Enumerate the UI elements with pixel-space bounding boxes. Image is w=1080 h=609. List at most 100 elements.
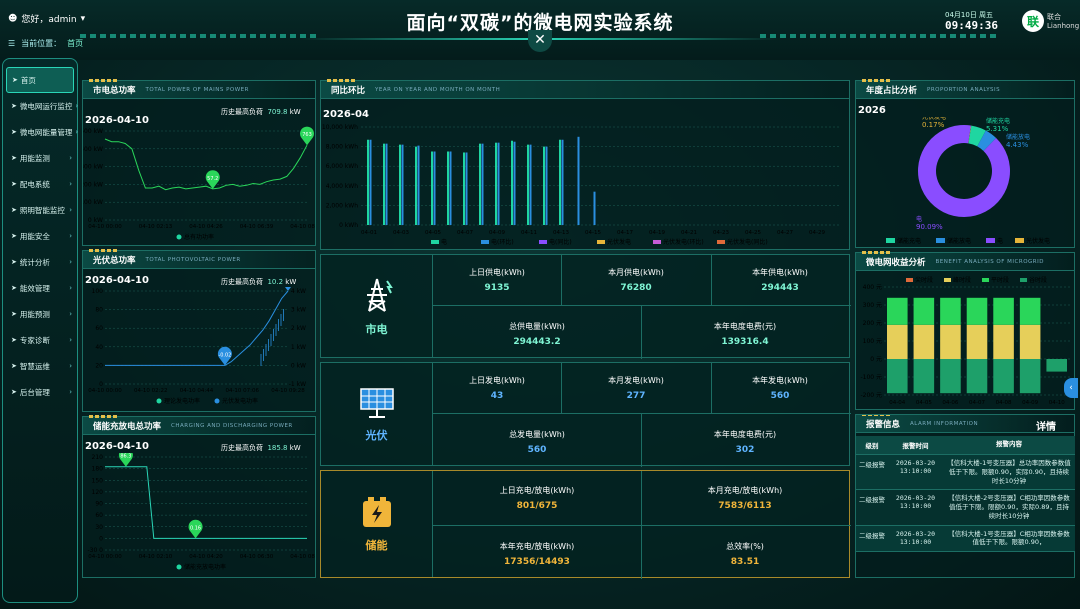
table-cell: 【信科大楼-1号变压器】C相功率因数参数值低于下限。限额0.90，: [948, 529, 1070, 547]
user-icon: ☻: [8, 13, 18, 24]
nav-arrow-icon: ➤: [11, 206, 17, 214]
pie-slice-电: [918, 125, 1010, 217]
legend-dot: [214, 398, 220, 404]
sidebar-item-label: 用能预测: [19, 309, 50, 319]
battery-icon: [362, 497, 391, 527]
y-tick-label-right: 0 kW: [291, 362, 306, 369]
alarm-detail-link[interactable]: 详情: [1036, 418, 1056, 433]
chevron-right-icon: ›: [69, 362, 72, 370]
mains-subtitle: TOTAL POWER OF MAINS POWER: [145, 86, 249, 93]
x-tick-label: 04-10 00:00: [88, 388, 122, 394]
sidebar-item-label: 微电网运行监控: [19, 101, 73, 111]
x-tick-label: 04-07: [457, 230, 473, 236]
x-tick-label: 04-27: [777, 230, 793, 236]
table-row[interactable]: 二级报警 2026-03-20 13:10:00 【信科大楼-1号变压器】总功率因数…: [856, 455, 1075, 491]
y-tick-label: 0 元: [870, 356, 882, 363]
x-tick-label: 04-29: [809, 230, 825, 236]
table-row[interactable]: 二级报警 2026-03-20 13:10:00 【信科大楼-2号变压器】C相功率因…: [856, 490, 1075, 526]
y-tick-label: 2,000 kWh: [326, 202, 358, 209]
legend-label: 光伏发电: [1026, 237, 1050, 245]
sidebar-item-label: 智慧运维: [19, 361, 50, 371]
bar-电(环比): [385, 143, 388, 225]
bar-谷时段: [940, 359, 961, 394]
legend-label: 光伏发电: [607, 238, 631, 246]
stat-label: 本月供电(kWh): [608, 268, 664, 277]
storage-line-chart: -30 0 0 30 60 90 120 150 180 210 04-10 00:00 04-10…: [87, 453, 315, 571]
x-tick-label: 04-23: [713, 230, 729, 236]
legend-swatch: [986, 238, 995, 243]
stat-label: 上日发电(kWh): [469, 376, 525, 385]
stat-cell: 总效率(%) 83.51: [641, 541, 849, 567]
y-tick-label: 10,000 kWh: [322, 124, 358, 131]
sidebar-item-0[interactable]: ➤ 首页: [6, 67, 74, 93]
sidebar-item-10[interactable]: ➤ 专家诊断 ›: [6, 327, 74, 353]
bar-电(环比): [401, 144, 404, 225]
x-tick-label: 04-21: [681, 230, 697, 236]
sidebar-item-4[interactable]: ➤ 配电系统 ›: [6, 171, 74, 197]
bar-电(环比): [497, 142, 500, 225]
pie-value: 4.43%: [1006, 141, 1029, 149]
pv-title: 光伏总功率: [93, 255, 136, 266]
x-tick-label: 04-10 09:28: [271, 388, 305, 394]
user-menu[interactable]: ☻ 您好，admin ▾: [8, 12, 85, 26]
benefit-bar-chart: -200 元 -100 元 0 元 100 元 200 元 300 元 400 元 04-04…: [860, 276, 1070, 406]
sidebar-item-label: 微电网能量管理: [19, 127, 73, 137]
sidebar-item-11[interactable]: ➤ 智慧运维 ›: [6, 353, 74, 379]
y-tick-label: 6,000 kWh: [326, 163, 358, 170]
sidebar-item-label: 能效管理: [19, 283, 50, 293]
stat-value: 560: [527, 445, 547, 455]
legend-label: 峰时段: [953, 276, 971, 284]
bar-电: [479, 143, 481, 225]
stat-cell: 总供电量(kWh) 294443.2: [433, 321, 641, 347]
y-tick-label: 150: [92, 477, 104, 484]
sidebar-item-8[interactable]: ➤ 能效管理 ›: [6, 275, 74, 301]
bar-电: [447, 151, 449, 225]
x-tick-label: 04-10 06:30: [240, 554, 274, 560]
sidebar-item-5[interactable]: ➤ 照明智能监控 ›: [6, 197, 74, 223]
breadcrumb-current[interactable]: 首页: [67, 38, 83, 49]
sidebar: ➤ 首页 ➤ 微电网运行监控 › ➤ 微电网能量管理 › ➤ 用能监测 › ➤ 配电系统 › ➤ 照明智能监控…: [2, 58, 78, 603]
x-tick-label: 04-05: [425, 230, 441, 236]
bar-峰时段: [940, 324, 961, 359]
sidebar-item-2[interactable]: ➤ 微电网能量管理 ›: [6, 119, 78, 145]
benefit-subtitle: BENEFIT ANALYSIS OF MICROGRID: [935, 258, 1044, 265]
bar-峰时段: [913, 324, 935, 359]
x-tick-label: 04-10 00:00: [88, 554, 122, 560]
sidebar-item-6[interactable]: ➤ 用能安全 ›: [6, 223, 74, 249]
sidebar-item-1[interactable]: ➤ 微电网运行监控 ›: [6, 93, 78, 119]
series-line: [104, 138, 308, 191]
y-tick-label-right: 4 kW: [291, 288, 306, 295]
table-row[interactable]: 二级报警 2026-03-20 13:10:00 【信科大楼-1号变压器】C相功率因…: [856, 525, 1075, 553]
chevron-right-icon: ›: [69, 258, 72, 266]
breadcrumb: ☰ 当前位置： 首页: [8, 38, 83, 49]
mains-title: 市电总功率: [93, 85, 136, 96]
collapse-panel-button[interactable]: ‹: [1064, 378, 1078, 398]
marker-label: 86.3: [120, 454, 131, 460]
sidebar-item-7[interactable]: ➤ 统计分析 ›: [6, 249, 74, 275]
x-tick-label: 04-05: [916, 400, 932, 406]
y-tick-label: 40: [95, 344, 103, 351]
yoy-bar-chart: 0 kWh 2,000 kWh 4,000 kWh 6,000 kWh 8,000 kW…: [322, 124, 841, 246]
x-tick-label: 04-15: [585, 230, 601, 236]
legend-label: 光伏发电(环比): [663, 238, 704, 246]
nav-arrow-icon: ➤: [11, 102, 17, 110]
pie-value: 5.31%: [986, 125, 1009, 133]
table-cell: 2026-03-20 13:10:00: [895, 529, 936, 546]
marker-label: 763: [302, 132, 312, 138]
y-tick-label: 180: [92, 466, 104, 473]
stat-value: 76280: [620, 283, 652, 293]
sidebar-item-9[interactable]: ➤ 用能预测 ›: [6, 301, 74, 327]
menu-toggle-icon[interactable]: ☰: [8, 39, 15, 48]
stat-value: 801/675: [516, 501, 558, 511]
sidebar-item-label: 配电系统: [19, 179, 50, 189]
bar-平时段: [1019, 297, 1041, 325]
legend-label: 电(同比): [549, 238, 572, 246]
stat-value: 83.51: [730, 557, 760, 567]
legend-swatch: [886, 238, 895, 243]
y-tick-label: 200 kW: [83, 181, 103, 188]
bar-电(环比): [449, 151, 452, 225]
sidebar-item-12[interactable]: ➤ 后台管理 ›: [6, 379, 74, 405]
bar-电: [463, 152, 465, 225]
stat-value: 139316.4: [721, 337, 769, 347]
sidebar-item-3[interactable]: ➤ 用能监测 ›: [6, 145, 74, 171]
